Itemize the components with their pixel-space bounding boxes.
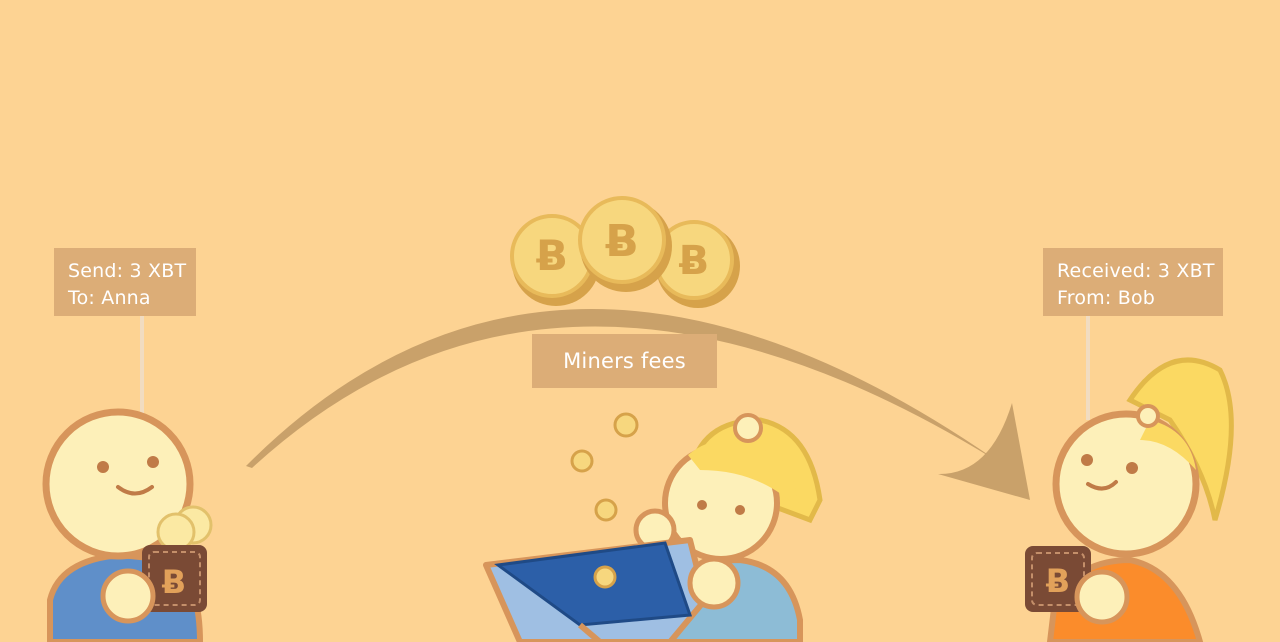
receiver-note: Received: 3 XBT From: Bob	[1043, 248, 1223, 316]
svg-text:Ƀ: Ƀ	[1046, 562, 1070, 600]
illustration-canvas: Ƀ Ƀ Ƀ Ƀ Ƀ	[42, 196, 1234, 642]
miner-character	[483, 413, 823, 642]
wallet-icon	[483, 537, 708, 642]
sender-character: Ƀ	[42, 408, 213, 642]
bitcoin-transaction-scene: Ƀ Ƀ Ƀ Ƀ Ƀ Send: 3 XBT To: Anna Received:…	[0, 0, 1280, 642]
fee-coins-group: Ƀ Ƀ Ƀ	[510, 196, 740, 308]
svg-text:Ƀ: Ƀ	[536, 231, 568, 280]
svg-text:Ƀ: Ƀ	[162, 563, 186, 601]
sender-note-line1: Send: 3 XBT	[68, 260, 187, 282]
bitcoin-coin-icon: Ƀ	[578, 196, 672, 292]
sender-note: Send: 3 XBT To: Anna	[54, 248, 196, 316]
sender-note-line2: To: Anna	[68, 287, 151, 309]
bitcoin-coin-icon	[570, 449, 594, 473]
svg-text:Ƀ: Ƀ	[605, 216, 639, 267]
miners-fees-label: Miners fees	[532, 334, 717, 388]
falling-coins	[570, 412, 639, 522]
svg-text:Ƀ: Ƀ	[679, 238, 710, 284]
bitcoin-coin-icon	[613, 412, 639, 438]
receiver-note-line2: From: Bob	[1057, 287, 1156, 309]
receiver-character: Ƀ	[1025, 357, 1234, 642]
receiver-note-line1: Received: 3 XBT	[1057, 260, 1215, 282]
bitcoin-coin-icon	[594, 498, 618, 522]
